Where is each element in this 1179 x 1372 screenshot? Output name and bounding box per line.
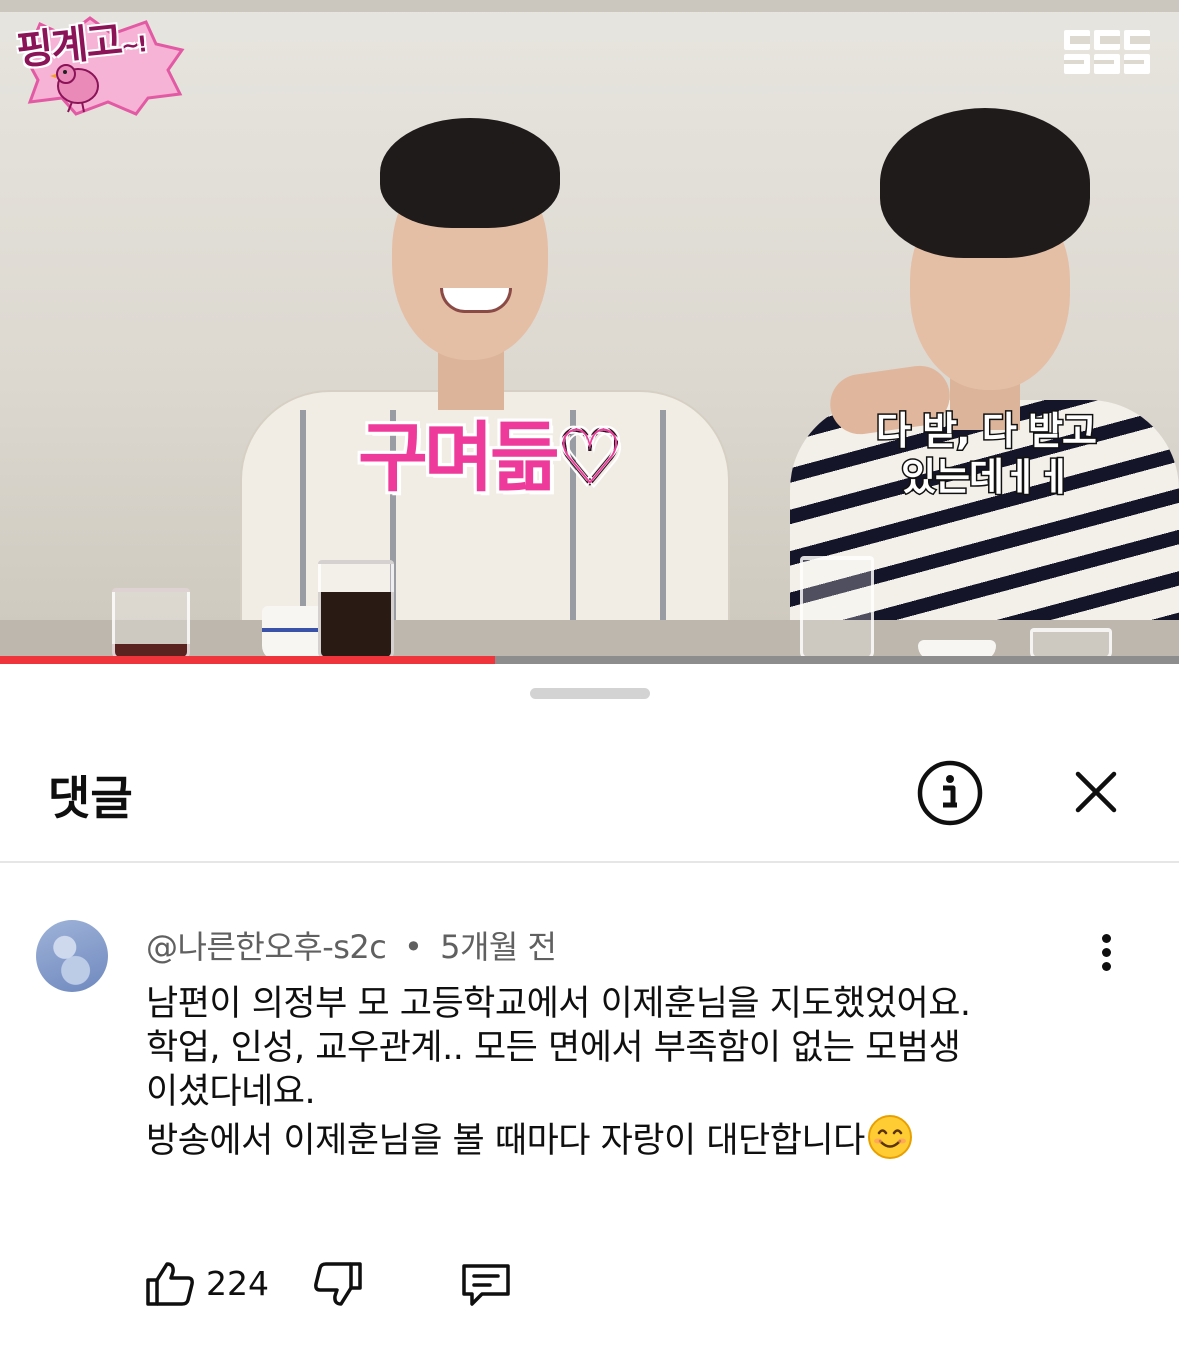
more-vertical-icon[interactable]	[1090, 934, 1122, 978]
thumbs-up-icon[interactable]	[144, 1260, 196, 1308]
divider	[0, 861, 1179, 863]
comment-meta: @나른한오후-s2c • 5개월 전	[146, 922, 557, 968]
comment-line: 남편이 의정부 모 고등학교에서 이제훈님을 지도했었어요.	[146, 984, 971, 1024]
thumbs-down-icon[interactable]	[312, 1260, 364, 1308]
glass	[800, 556, 874, 660]
glass	[318, 560, 394, 660]
caption-sub-line: 있는데ㅔㅔ	[900, 454, 1074, 501]
comment-author[interactable]: @나른한오후-s2c	[146, 928, 387, 966]
video-progress-bar[interactable]	[0, 656, 1179, 664]
close-icon[interactable]	[1066, 762, 1126, 822]
comment-text: 남편이 의정부 모 고등학교에서 이제훈님을 지도했었어요. 학업, 인성, 교…	[146, 982, 1136, 1163]
comment-line: 학업, 인성, 교우관계.. 모든 면에서 부족함이 없는 모범생	[146, 1028, 961, 1068]
brand-logo-icon	[1064, 30, 1150, 74]
logo-suffix: ~!	[119, 32, 147, 60]
cup	[262, 606, 326, 660]
hair	[380, 118, 560, 228]
caption-sub-line: 다 받, 다 받고	[875, 408, 1099, 455]
person-left	[240, 110, 730, 660]
comment-line: 이셨다네요.	[146, 1072, 316, 1112]
chick-icon	[50, 64, 99, 113]
comment-line: 방송에서 이제훈님을 볼 때마다 자랑이 대단합니다	[146, 1121, 865, 1161]
comment-time: 5개월 전	[440, 928, 557, 966]
reply-icon[interactable]	[458, 1260, 514, 1308]
hair	[880, 108, 1090, 258]
wall-trim	[0, 0, 1179, 12]
caption-main: 구며듦♡	[357, 412, 626, 504]
drag-handle[interactable]	[530, 688, 650, 699]
smiling-face-icon	[867, 1115, 912, 1159]
caption-sub: 다 받, 다 받고 있는데ㅔㅔ	[846, 408, 1126, 501]
avatar[interactable]	[36, 920, 108, 992]
glass	[112, 588, 190, 660]
info-circle-icon[interactable]	[916, 759, 984, 827]
comments-sheet: 댓글 @나른한오후-s2c • 5개월 전 남편이 의정부 모 고등학교에서 이…	[0, 664, 1179, 1372]
cup-band	[262, 628, 326, 632]
video-player[interactable]: 핑계고~! 뜬뜬 구며듦♡ 다 받, 다 받고 있는데ㅔㅔ	[0, 0, 1179, 660]
like-count: 224	[206, 1264, 269, 1303]
video-progress-played	[0, 656, 496, 664]
sheet-title: 댓글	[48, 771, 133, 825]
comment-line-with-emoji: 방송에서 이제훈님을 볼 때마다 자랑이 대단합니다	[146, 1114, 1136, 1163]
meta-separator: •	[404, 928, 423, 966]
